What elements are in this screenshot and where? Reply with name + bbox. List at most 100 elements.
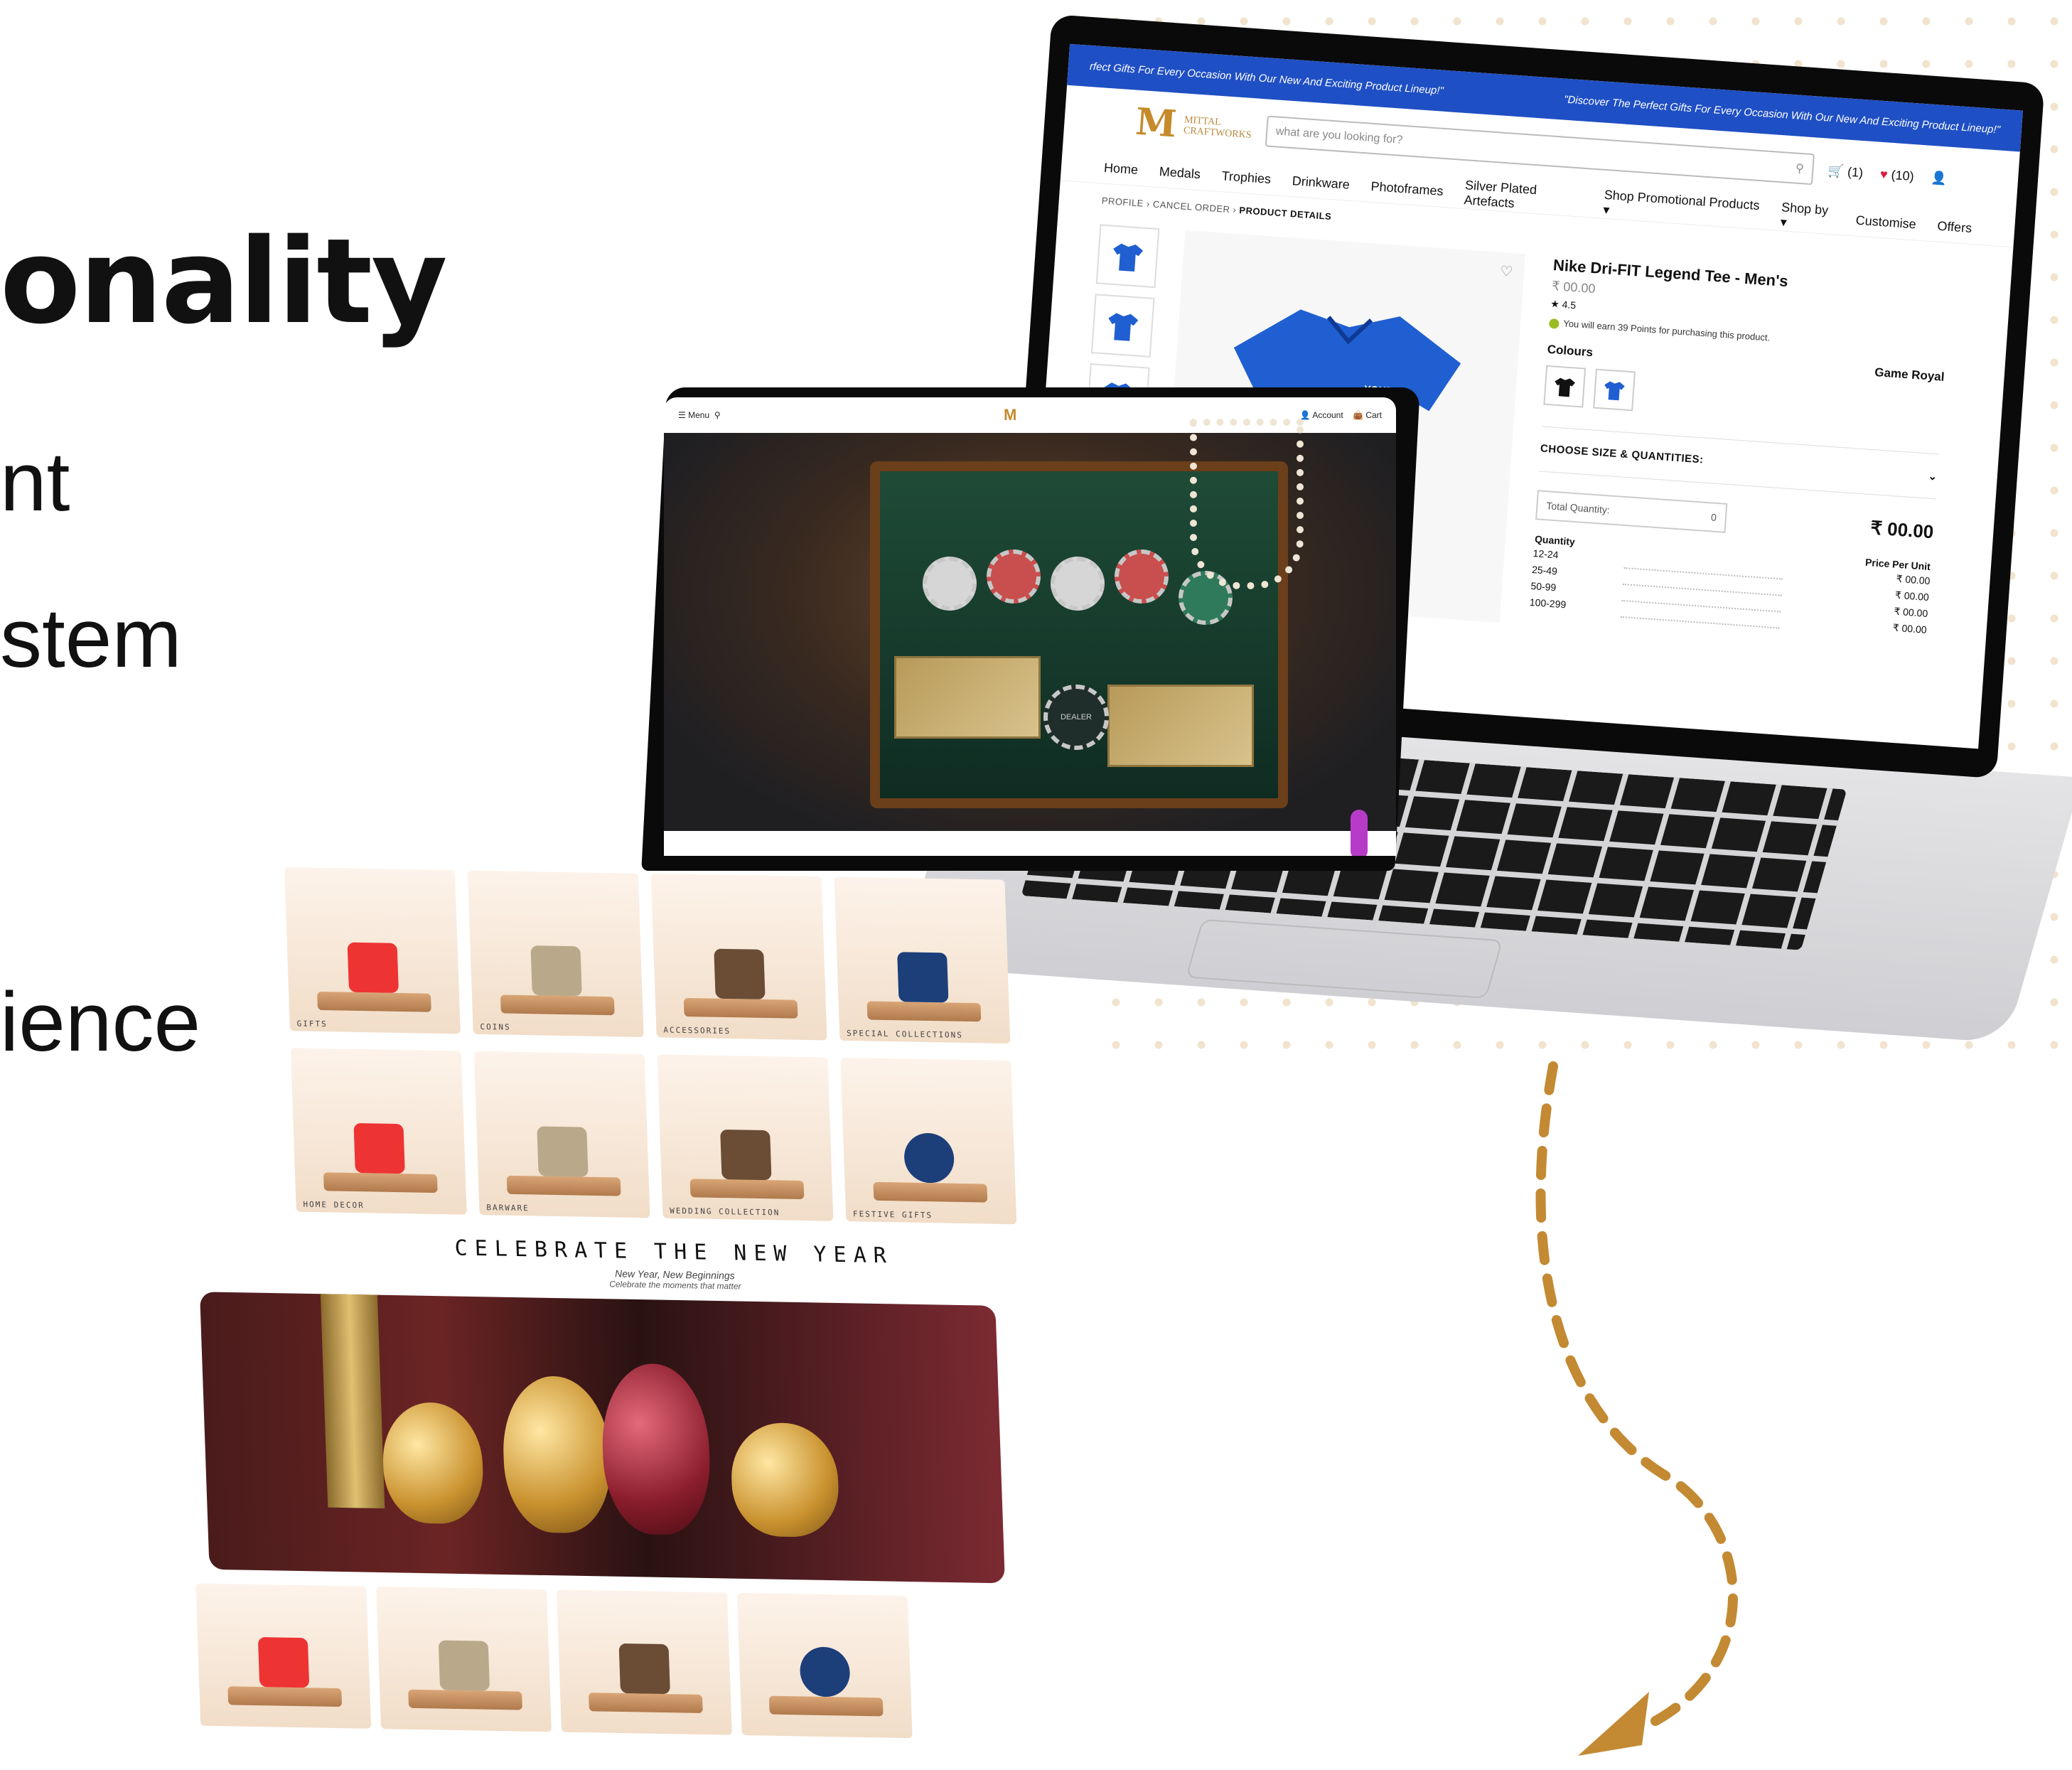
dashed-arrow-icon	[1535, 1061, 1738, 1756]
laptop-mockup-home-page: ☰ Menu ⚲ M 👤 Account 👜 Cart DEALER	[641, 387, 1420, 885]
colours-label: Colours	[1547, 342, 1594, 359]
collection-icon	[897, 952, 949, 1003]
nav-drinkware[interactable]: Drinkware	[1292, 173, 1350, 193]
bullet-item-1: nt	[0, 435, 70, 529]
hero-image: DEALER	[664, 419, 1396, 831]
category-label: HOME DECOR	[303, 1199, 365, 1211]
category-label: BARWARE	[486, 1203, 530, 1213]
cart-count: (1)	[1847, 164, 1864, 180]
category-card[interactable]	[736, 1592, 913, 1739]
crumb-profile[interactable]: PROFILE	[1101, 195, 1144, 209]
coins-icon	[537, 1126, 589, 1177]
swatch-black[interactable]	[1543, 365, 1587, 408]
total-quantity-label: Total Quantity:	[1545, 499, 1611, 515]
wishlist-button[interactable]: ♥ (10)	[1879, 166, 1914, 183]
category-card[interactable]	[376, 1586, 552, 1732]
pricing-table: Quantity Price Per Unit 12-24 ₹ 00.00 25-…	[1529, 532, 1931, 639]
new-year-banner-image	[199, 1292, 1005, 1584]
scroll-indicator[interactable]	[1351, 810, 1368, 856]
thumbnail[interactable]	[1090, 294, 1155, 358]
category-label: SPECIAL COLLECTIONS	[846, 1028, 964, 1040]
category-card[interactable]: WEDDING COLLECTION	[657, 1054, 834, 1221]
bottles-icon	[618, 1643, 670, 1695]
bottles-icon	[720, 1129, 772, 1181]
nav-home[interactable]: Home	[1103, 160, 1138, 177]
account-label: Account	[1312, 410, 1343, 420]
homepage-scroll-strip: GIFTS COINS ACCESSORIES SPECIAL COLLECTI…	[195, 867, 1065, 1739]
wishlist-heart-icon[interactable]: ♡	[1500, 262, 1514, 281]
crumb-product-details: PRODUCT DETAILS	[1238, 205, 1332, 222]
hamburger-icon: ☰	[678, 410, 686, 420]
search-placeholder: what are you looking for?	[1275, 125, 1403, 146]
poker-chip	[987, 549, 1041, 604]
category-card[interactable]: COINS	[467, 870, 644, 1037]
home-logo[interactable]: M	[1004, 406, 1016, 424]
trackpad	[1185, 918, 1503, 999]
category-label: COINS	[480, 1021, 511, 1032]
category-label: WEDDING COLLECTION	[669, 1206, 780, 1218]
nav-photoframes[interactable]: Photoframes	[1370, 178, 1444, 198]
choose-size-label: CHOOSE SIZE & QUANTITIES:	[1540, 441, 1705, 466]
search-icon[interactable]: ⚲	[714, 410, 721, 420]
product-info: Nike Dri-FIT Legend Tee - Men's ₹ 00.00 …	[1529, 256, 1951, 638]
category-label: ACCESSORIES	[663, 1025, 731, 1036]
poker-chip	[923, 557, 977, 611]
menu-button[interactable]: ☰ Menu ⚲	[678, 410, 721, 420]
banknote	[894, 656, 1041, 739]
coins-icon	[438, 1640, 490, 1691]
size-quantity-dropdown[interactable]: CHOOSE SIZE & QUANTITIES: ⌄	[1538, 426, 1939, 499]
category-card[interactable]: FESTIVE GIFTS	[840, 1057, 1017, 1225]
chevron-down-icon: ⌄	[1928, 470, 1938, 483]
home-page-screen: ☰ Menu ⚲ M 👤 Account 👜 Cart DEALER	[664, 397, 1396, 856]
category-card[interactable]	[195, 1583, 372, 1729]
bag-icon: 👜	[1353, 410, 1363, 420]
gold-vase	[729, 1422, 840, 1538]
selected-colour: Game Royal	[1874, 365, 1945, 384]
cart-label: Cart	[1365, 410, 1382, 420]
gift-box-icon	[353, 1122, 405, 1174]
banknote	[1107, 685, 1254, 767]
ink-jar-icon	[799, 1646, 851, 1697]
logo-mark: M	[1134, 100, 1179, 146]
account-button[interactable]: 👤 Account	[1300, 410, 1343, 420]
tshirt-blue-icon	[1604, 381, 1625, 400]
total-quantity-value: 0	[1710, 510, 1717, 523]
category-card[interactable]: HOME DECOR	[290, 1048, 467, 1215]
category-row-bottom	[195, 1583, 1067, 1741]
nav-customise[interactable]: Customise	[1855, 213, 1916, 232]
tshirt-black-icon	[1555, 377, 1575, 397]
coins-icon	[530, 945, 582, 997]
pearl-necklace	[1190, 419, 1304, 589]
thumbnail[interactable]	[1095, 224, 1160, 289]
swatch-royal[interactable]	[1593, 368, 1636, 411]
category-card[interactable]: ACCESSORIES	[650, 874, 827, 1041]
category-card[interactable]: BARWARE	[473, 1051, 650, 1218]
total-quantity-field[interactable]: Total Quantity: 0	[1535, 489, 1728, 533]
dealer-button: DEALER	[1043, 685, 1109, 750]
nav-trophies[interactable]: Trophies	[1221, 168, 1272, 187]
heart-icon: ♥	[1879, 166, 1889, 182]
bullet-item-3: ience	[0, 975, 201, 1069]
crumb-cancel-order[interactable]: CANCEL ORDER	[1152, 199, 1230, 215]
gold-drape	[320, 1294, 385, 1509]
bullet-item-2: stem	[0, 591, 182, 685]
cart-button[interactable]: 👜 Cart	[1353, 410, 1382, 420]
gold-vase	[381, 1401, 485, 1525]
nav-medals[interactable]: Medals	[1159, 164, 1201, 182]
category-card[interactable]: SPECIAL COLLECTIONS	[834, 876, 1011, 1044]
cart-button[interactable]: 🛒 (1)	[1827, 163, 1864, 180]
poker-chip	[1051, 557, 1105, 611]
red-vase	[599, 1363, 713, 1536]
search-icon[interactable]: ⚲	[1795, 161, 1805, 176]
polo-shirt-icon	[1113, 243, 1144, 272]
nav-shop-by[interactable]: Shop by ▾	[1780, 200, 1835, 233]
category-label: GIFTS	[296, 1019, 328, 1029]
nav-offers[interactable]: Offers	[1937, 218, 1972, 235]
user-icon[interactable]: 👤	[1931, 170, 1948, 186]
category-card[interactable]: GIFTS	[284, 867, 461, 1034]
site-logo[interactable]: M MITTAL CRAFTWORKS	[1134, 100, 1253, 148]
total-price: ₹ 00.00	[1869, 517, 1935, 543]
polo-shirt-icon	[1108, 313, 1139, 341]
category-card[interactable]	[557, 1589, 732, 1735]
menu-label: Menu	[688, 410, 710, 420]
